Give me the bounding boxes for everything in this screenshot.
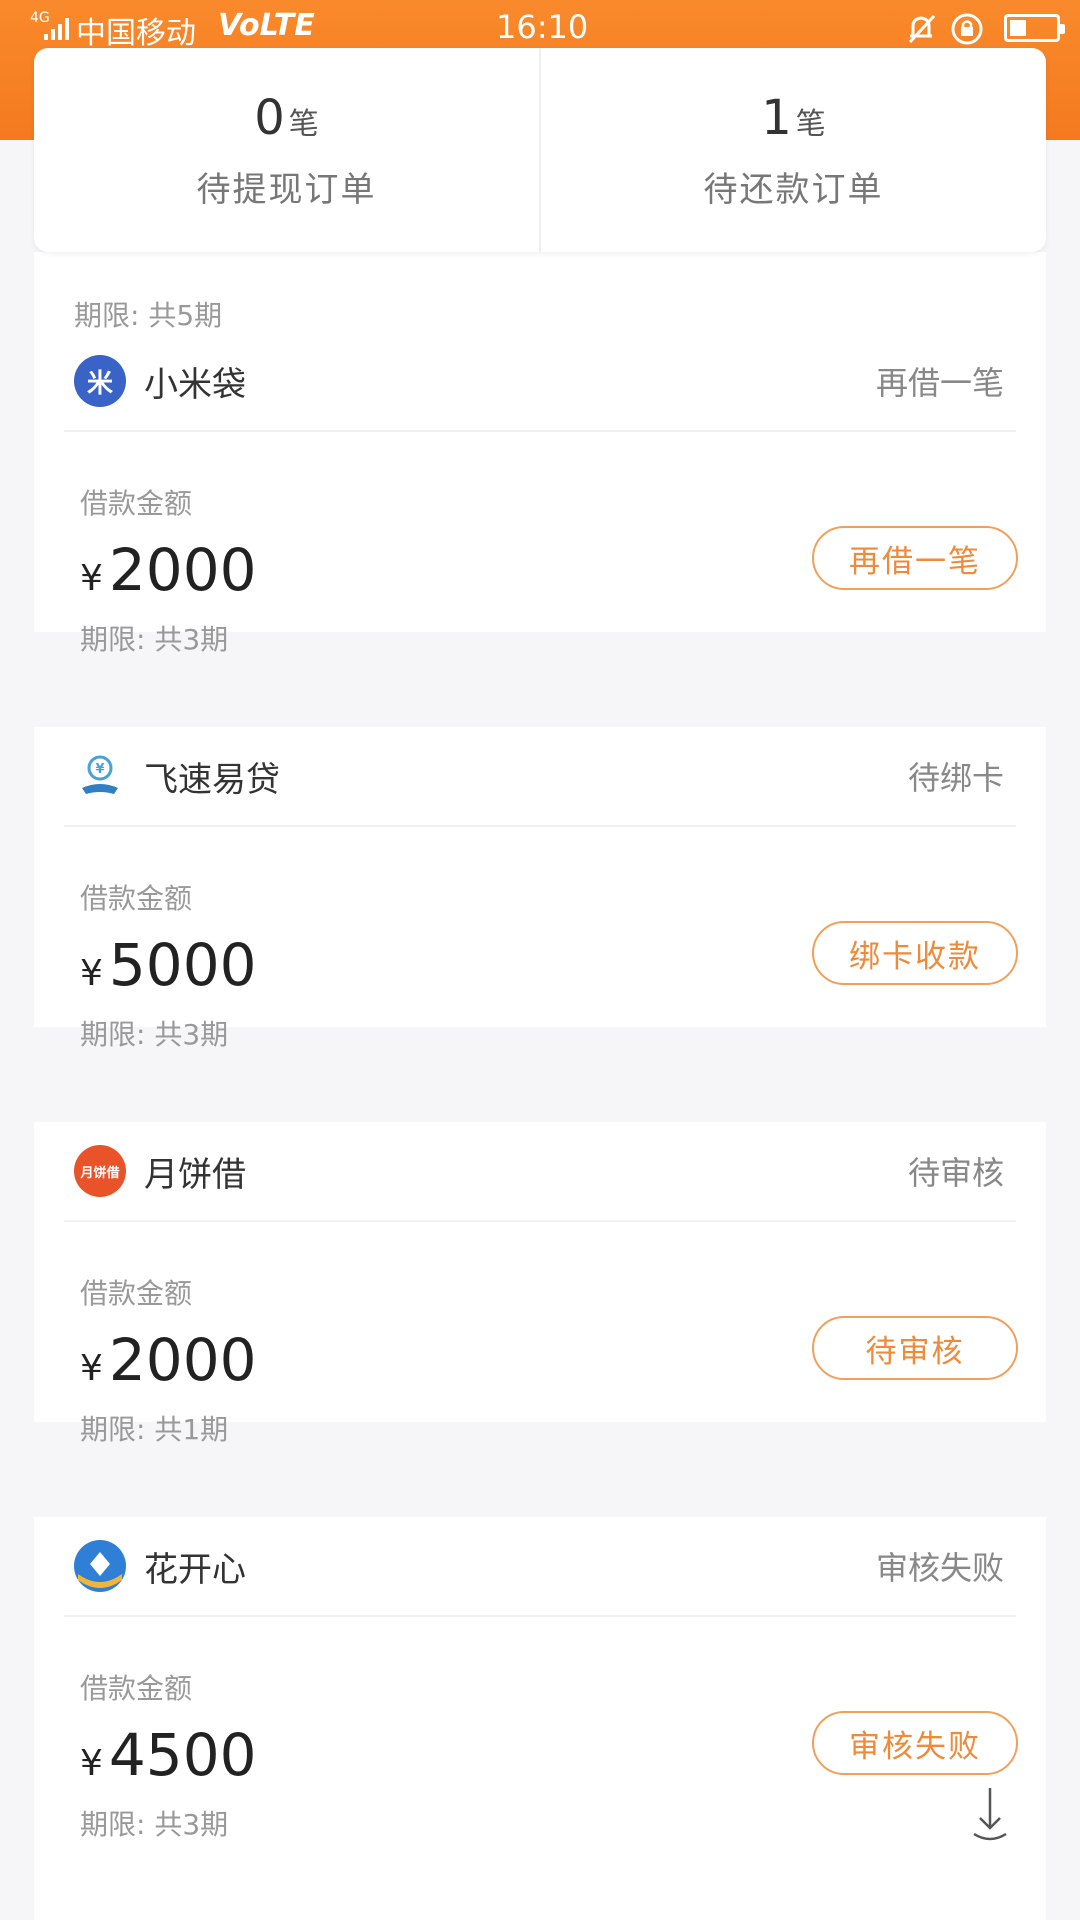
download-arrow-icon[interactable]	[970, 1784, 1010, 1844]
rotation-lock-icon	[951, 13, 983, 45]
loan-term: 期限: 共3期	[80, 623, 229, 656]
loan-details: 借款金额 ¥ 2000 期限: 共3期	[80, 482, 257, 658]
amount-label: 借款金额	[80, 1672, 193, 1705]
mute-icon	[908, 14, 936, 44]
carrier-name: 中国移动	[76, 16, 196, 51]
loan-term: 期限: 共1期	[80, 1413, 229, 1446]
amount-label: 借款金额	[80, 1277, 193, 1310]
order-summary: 0 笔 待提现订单 1 笔 待还款订单	[34, 48, 1046, 252]
count-unit: 笔	[795, 106, 826, 142]
loan-term: 期限: 共3期	[80, 1018, 229, 1051]
review-failed-button[interactable]: 审核失败	[812, 1711, 1018, 1775]
pending-repay-label: 待还款订单	[703, 169, 884, 210]
borrow-again-button[interactable]: 再借一笔	[812, 526, 1018, 590]
volte-label: VoLTE	[218, 8, 315, 43]
loan-card-header: 米 小米袋 再借一笔	[64, 332, 1016, 432]
battery-icon	[1004, 14, 1065, 42]
loan-amount: 5000	[108, 931, 257, 999]
loan-card[interactable]: 月饼借 月饼借 待审核 借款金额 ¥ 2000 期限: 共1期 待审核	[34, 1122, 1046, 1446]
loan-term: 期限: 共3期	[80, 1808, 229, 1841]
svg-text:¥: ¥	[95, 762, 104, 777]
huakaixin-logo-icon	[74, 1540, 126, 1592]
amount-label: 借款金额	[80, 487, 193, 520]
lender-name: 小米袋	[144, 364, 246, 405]
loan-details: 借款金额 ¥ 2000 期限: 共1期	[80, 1272, 257, 1448]
loan-status: 待绑卡	[907, 759, 1004, 797]
currency-symbol: ¥	[80, 558, 103, 599]
pending-withdraw-count: 0	[254, 89, 285, 146]
loan-card[interactable]: 米 小米袋 再借一笔 借款金额 ¥ 2000 期限: 共3期 再借一笔	[34, 332, 1046, 656]
xiaomidai-logo-icon: 米	[74, 355, 126, 407]
lender-name: 花开心	[144, 1549, 246, 1590]
currency-symbol: ¥	[80, 953, 103, 994]
loan-card-header: ¥ 飞速易贷 待绑卡	[64, 727, 1016, 827]
loan-card-header: 花开心 审核失败	[64, 1517, 1016, 1617]
loan-card[interactable]: ¥ 飞速易贷 待绑卡 借款金额 ¥ 5000 期限: 共3期 绑卡收款	[34, 727, 1046, 1051]
loan-amount: 2000	[108, 1326, 257, 1394]
signal-icon	[44, 18, 70, 40]
bind-card-button[interactable]: 绑卡收款	[812, 921, 1018, 985]
currency-symbol: ¥	[80, 1743, 103, 1784]
feisuyidai-logo-icon: ¥	[74, 750, 126, 802]
loan-details: 借款金额 ¥ 5000 期限: 共3期	[80, 877, 257, 1053]
lender-name: 飞速易贷	[144, 759, 280, 800]
loan-status: 待审核	[907, 1154, 1004, 1192]
loan-list[interactable]: 期限: 共5期 米 小米袋 再借一笔 借款金额 ¥ 2000 期限: 共3期 再…	[0, 252, 1080, 1920]
lender-name: 月饼借	[144, 1154, 246, 1195]
loan-status: 再借一笔	[875, 364, 1004, 402]
loan-card[interactable]: 花开心 审核失败 借款金额 ¥ 4500 期限: 共3期 审核失败	[34, 1517, 1046, 1920]
pending-withdraw-orders[interactable]: 0 笔 待提现订单	[34, 48, 539, 252]
loan-amount: 2000	[108, 536, 257, 604]
pending-review-button[interactable]: 待审核	[812, 1316, 1018, 1380]
pending-withdraw-label: 待提现订单	[196, 169, 377, 210]
clock: 16:10	[496, 8, 589, 46]
loan-status: 审核失败	[875, 1549, 1004, 1587]
amount-label: 借款金额	[80, 882, 193, 915]
yuebingjie-logo-icon: 月饼借	[74, 1145, 126, 1197]
currency-symbol: ¥	[80, 1348, 103, 1389]
count-unit: 笔	[288, 106, 319, 142]
loan-details: 借款金额 ¥ 4500 期限: 共3期	[80, 1667, 257, 1843]
loan-term: 期限: 共5期	[74, 299, 223, 332]
loan-amount: 4500	[108, 1721, 257, 1789]
pending-repay-orders[interactable]: 1 笔 待还款订单	[539, 48, 1046, 252]
loan-card-header: 月饼借 月饼借 待审核	[64, 1122, 1016, 1222]
pending-repay-count: 1	[761, 89, 792, 146]
